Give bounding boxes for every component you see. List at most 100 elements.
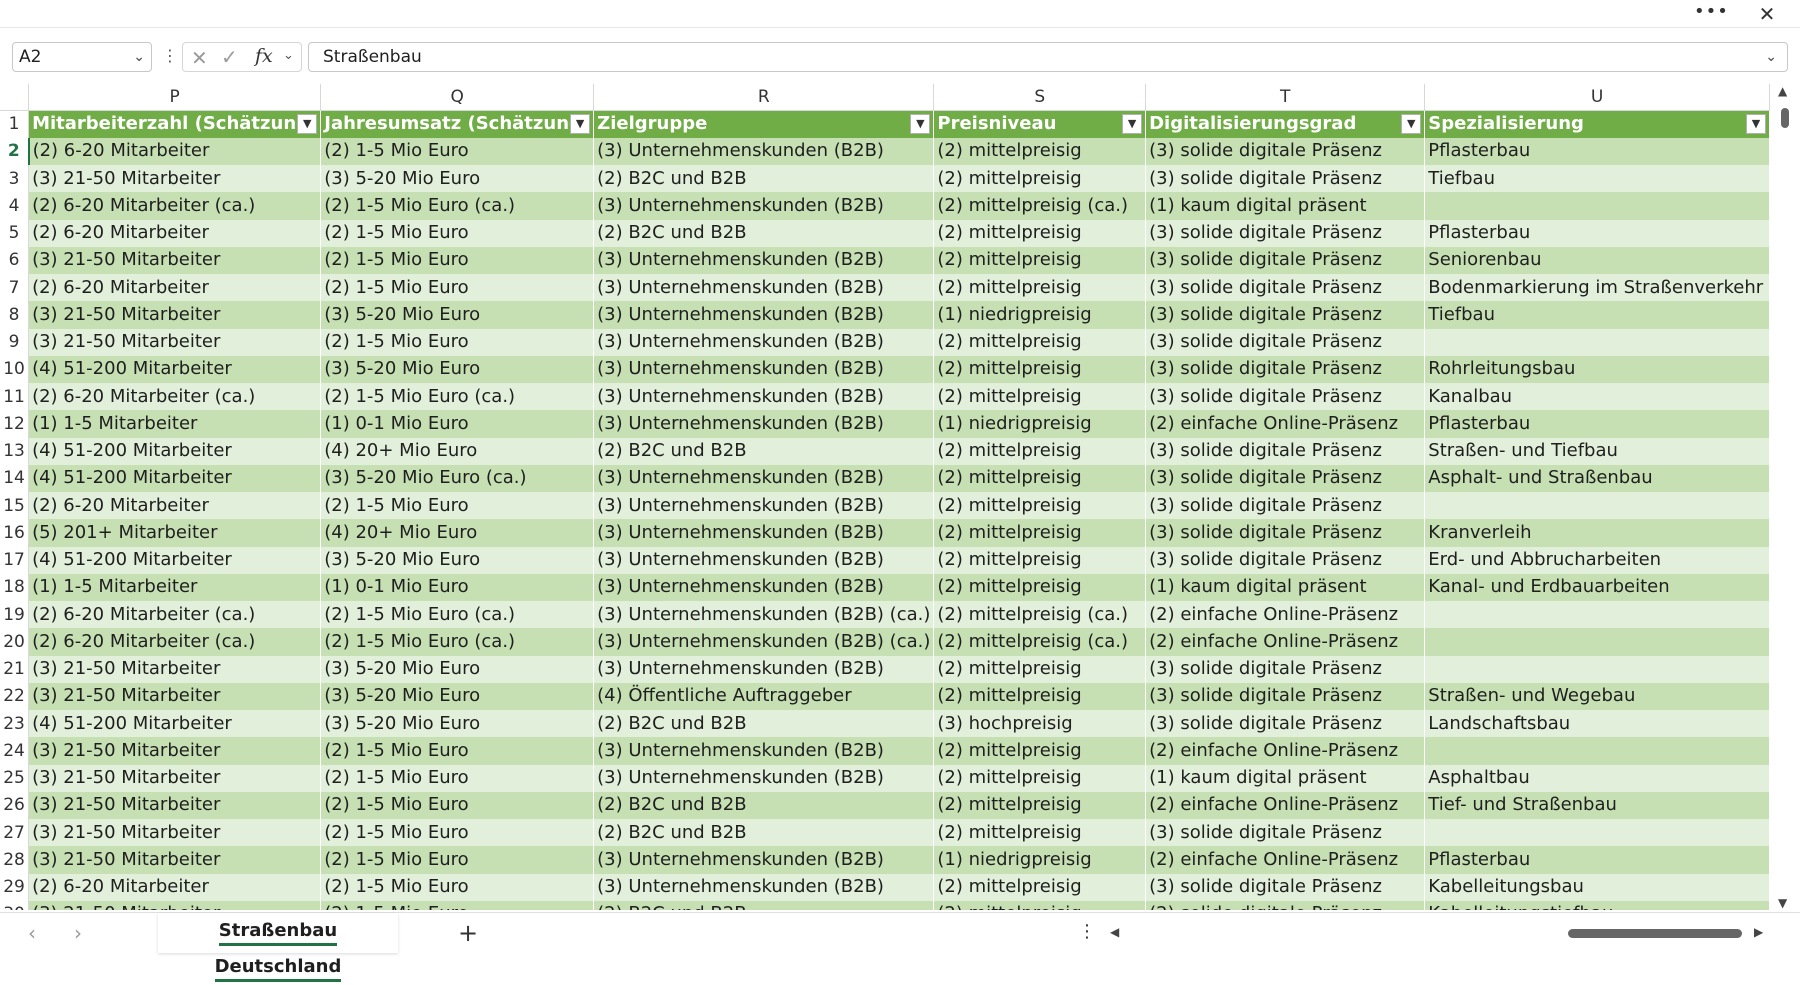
header-cell[interactable]: Spezialisierung ▼	[1424, 110, 1770, 138]
header-cell[interactable]: Preisniveau ▼	[933, 110, 1147, 138]
table-cell[interactable]: (3) Unternehmenskunden (B2B)	[593, 573, 935, 601]
row-number[interactable]: 22	[0, 682, 30, 710]
table-cell[interactable]: (2) mittelpreisig	[933, 737, 1147, 765]
table-cell[interactable]: (3) 5-20 Mio Euro	[320, 301, 595, 329]
table-cell[interactable]: (2) solide digitale Präsenz	[1145, 900, 1426, 910]
row-number[interactable]: 18	[0, 573, 30, 601]
table-cell[interactable]: (2) mittelpreisig	[933, 165, 1147, 193]
table-cell[interactable]: (3) Unternehmenskunden (B2B) (ca.)	[593, 601, 935, 629]
table-cell[interactable]: (3) 21-50 Mitarbeiter	[28, 328, 322, 356]
column-header-u[interactable]: U	[1424, 84, 1770, 111]
spreadsheet-grid[interactable]: P Q R S T U 1 Mitarbeiterzahl (Schätzung…	[0, 84, 1770, 910]
table-cell[interactable]: (2) 1-5 Mio Euro	[320, 219, 595, 247]
header-cell[interactable]: Mitarbeiterzahl (Schätzung) ▼	[28, 110, 322, 138]
row-number[interactable]: 5	[0, 219, 30, 247]
table-cell[interactable]: (2) mittelpreisig	[933, 546, 1147, 574]
table-cell[interactable]: Kranverleih	[1424, 519, 1770, 547]
table-cell[interactable]: (5) 201+ Mitarbeiter	[28, 519, 322, 547]
row-number[interactable]: 19	[0, 601, 30, 629]
table-cell[interactable]: (3) Unternehmenskunden (B2B)	[593, 655, 935, 683]
table-cell[interactable]: (3) solide digitale Präsenz	[1145, 873, 1426, 901]
table-cell[interactable]: (2) B2C und B2B	[593, 165, 935, 193]
table-cell[interactable]: Asphalt- und Straßenbau	[1424, 464, 1770, 492]
table-cell[interactable]: (2) mittelpreisig	[933, 900, 1147, 910]
table-cell[interactable]: (3) 5-20 Mio Euro	[320, 355, 595, 383]
table-cell[interactable]: (1) 0-1 Mio Euro	[320, 410, 595, 438]
scroll-right-icon[interactable]: ▶	[1754, 925, 1763, 939]
row-number[interactable]: 2	[0, 137, 30, 165]
table-cell[interactable]: (3) Unternehmenskunden (B2B)	[593, 519, 935, 547]
column-header-p[interactable]: P	[28, 84, 322, 111]
row-number[interactable]: 9	[0, 328, 30, 356]
row-number[interactable]: 25	[0, 764, 30, 792]
scroll-up-icon[interactable]: ▲	[1778, 84, 1787, 98]
table-cell[interactable]: (3) 21-50 Mitarbeiter	[28, 655, 322, 683]
table-cell[interactable]: (2) mittelpreisig	[933, 355, 1147, 383]
table-cell[interactable]: (1) 1-5 Mitarbeiter	[28, 573, 322, 601]
column-header-t[interactable]: T	[1145, 84, 1426, 111]
row-number[interactable]: 12	[0, 410, 30, 438]
table-cell[interactable]: (3) Unternehmenskunden (B2B)	[593, 192, 935, 220]
table-cell[interactable]: (3) Unternehmenskunden (B2B)	[593, 873, 935, 901]
table-cell[interactable]: (2) 1-5 Mio Euro (ca.)	[320, 601, 595, 629]
table-cell[interactable]: (2) 6-20 Mitarbeiter (ca.)	[28, 383, 322, 411]
table-cell[interactable]: (3) solide digitale Präsenz	[1145, 519, 1426, 547]
table-cell[interactable]: (1) niedrigpreisig	[933, 301, 1147, 329]
cancel-icon[interactable]: ✕	[191, 46, 208, 70]
table-cell[interactable]: (2) 1-5 Mio Euro	[320, 900, 595, 910]
row-number[interactable]: 11	[0, 383, 30, 411]
filter-dropdown-icon[interactable]: ▼	[570, 114, 591, 134]
table-cell[interactable]: (1) 0-1 Mio Euro	[320, 573, 595, 601]
table-cell[interactable]: (3) hochpreisig	[933, 710, 1147, 738]
table-cell[interactable]: Pflasterbau	[1424, 846, 1770, 874]
table-cell[interactable]: (3) Unternehmenskunden (B2B)	[593, 246, 935, 274]
table-cell[interactable]: (3) 5-20 Mio Euro	[320, 682, 595, 710]
row-number[interactable]: 15	[0, 492, 30, 520]
table-cell[interactable]	[1424, 492, 1770, 520]
table-cell[interactable]: (2) B2C und B2B	[593, 437, 935, 465]
row-number[interactable]: 30	[0, 900, 30, 910]
table-cell[interactable]: Landschaftsbau	[1424, 710, 1770, 738]
table-cell[interactable]: (3) solide digitale Präsenz	[1145, 383, 1426, 411]
table-cell[interactable]	[1424, 601, 1770, 629]
filter-dropdown-icon[interactable]: ▼	[1401, 114, 1422, 134]
table-cell[interactable]: (3) 21-50 Mitarbeiter	[28, 764, 322, 792]
table-cell[interactable]: (3) Unternehmenskunden (B2B)	[593, 301, 935, 329]
table-cell[interactable]: (3) solide digitale Präsenz	[1145, 437, 1426, 465]
table-cell[interactable]	[1424, 737, 1770, 765]
table-cell[interactable]: (3) solide digitale Präsenz	[1145, 219, 1426, 247]
table-cell[interactable]: (2) mittelpreisig	[933, 219, 1147, 247]
table-cell[interactable]: (2) mittelpreisig	[933, 655, 1147, 683]
table-cell[interactable]: (2) 6-20 Mitarbeiter	[28, 137, 322, 165]
row-number[interactable]: 14	[0, 464, 30, 492]
column-header-r[interactable]: R	[593, 84, 935, 111]
table-cell[interactable]: (2) 1-5 Mio Euro (ca.)	[320, 383, 595, 411]
table-cell[interactable]: (2) 1-5 Mio Euro	[320, 492, 595, 520]
table-cell[interactable]: Tiefbau	[1424, 301, 1770, 329]
table-cell[interactable]: (3) 5-20 Mio Euro	[320, 710, 595, 738]
check-icon[interactable]: ✓	[221, 45, 238, 69]
table-cell[interactable]: (2) mittelpreisig	[933, 246, 1147, 274]
table-cell[interactable]: (3) solide digitale Präsenz	[1145, 165, 1426, 193]
table-cell[interactable]: Asphaltbau	[1424, 764, 1770, 792]
table-cell[interactable]: (4) 51-200 Mitarbeiter	[28, 546, 322, 574]
table-cell[interactable]: (2) mittelpreisig	[933, 873, 1147, 901]
table-cell[interactable]: (3) 21-50 Mitarbeiter	[28, 165, 322, 193]
table-cell[interactable]: (3) 5-20 Mio Euro	[320, 165, 595, 193]
table-cell[interactable]: (2) mittelpreisig (ca.)	[933, 601, 1147, 629]
table-cell[interactable]: (2) 1-5 Mio Euro	[320, 328, 595, 356]
table-cell[interactable]: Kabelleitungstiefbau	[1424, 900, 1770, 910]
table-cell[interactable]: Kanal- und Erdbauarbeiten	[1424, 573, 1770, 601]
filter-dropdown-icon[interactable]: ▼	[297, 114, 318, 134]
table-cell[interactable]: (2) mittelpreisig	[933, 819, 1147, 847]
chevron-down-icon[interactable]: ⌄	[283, 48, 294, 63]
vertical-dots-icon[interactable]: ⋮	[1078, 921, 1096, 942]
table-cell[interactable]: (2) 1-5 Mio Euro	[320, 764, 595, 792]
header-cell[interactable]: Zielgruppe ▼	[593, 110, 935, 138]
table-cell[interactable]	[1424, 328, 1770, 356]
table-cell[interactable]: (4) 20+ Mio Euro	[320, 437, 595, 465]
column-header-s[interactable]: S	[933, 84, 1147, 111]
row-number[interactable]: 26	[0, 791, 30, 819]
table-cell[interactable]: (2) 1-5 Mio Euro	[320, 137, 595, 165]
table-cell[interactable]: (2) mittelpreisig	[933, 492, 1147, 520]
